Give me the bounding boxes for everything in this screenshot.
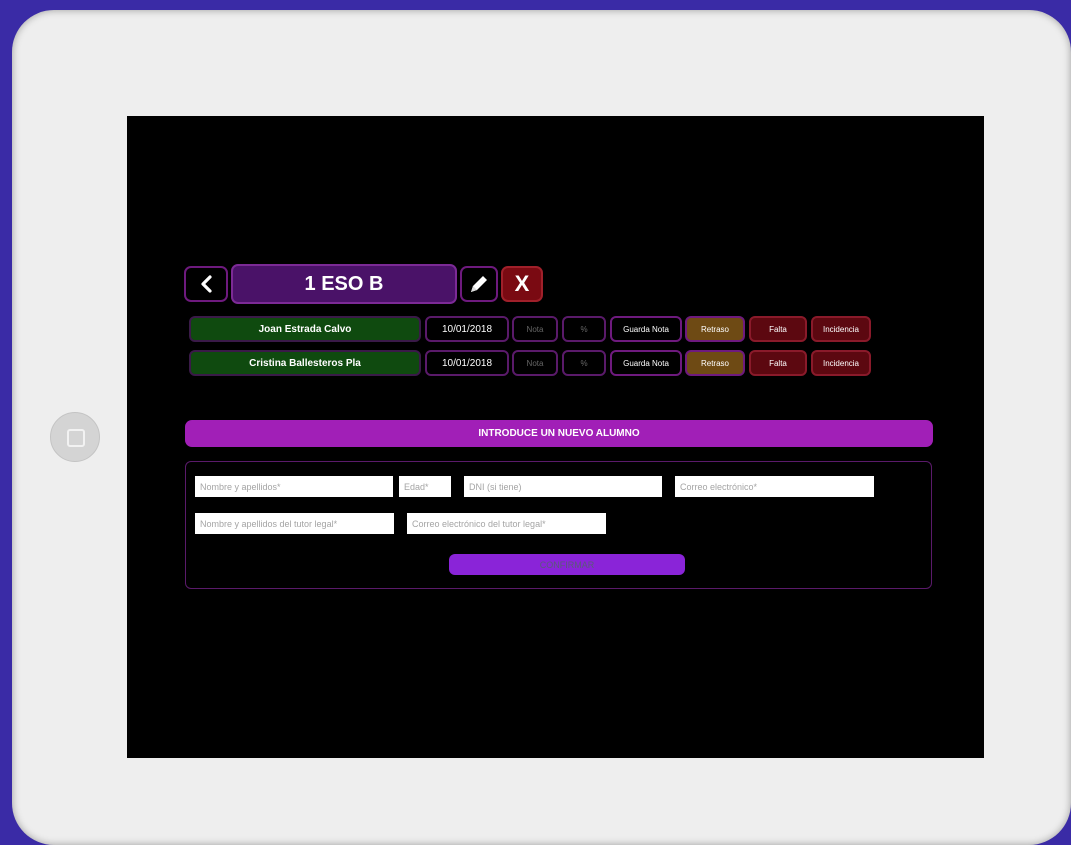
incident-button[interactable]: Incidencia <box>811 350 871 376</box>
confirm-button[interactable]: CONFIRMAR <box>449 554 685 575</box>
tablet-frame: 1 ESO B X Joan Estrada Calvo 10/01/2018 … <box>12 10 1071 845</box>
edit-button[interactable] <box>460 266 498 302</box>
late-button[interactable]: Retraso <box>685 316 745 342</box>
student-date: 10/01/2018 <box>425 350 509 376</box>
late-button[interactable]: Retraso <box>685 350 745 376</box>
dni-field[interactable] <box>464 476 662 497</box>
app-screen: 1 ESO B X Joan Estrada Calvo 10/01/2018 … <box>127 116 984 758</box>
pencil-icon <box>471 276 487 292</box>
student-name: Joan Estrada Calvo <box>189 316 421 342</box>
percent-input[interactable]: % <box>562 316 606 342</box>
back-button[interactable] <box>184 266 228 302</box>
chevron-left-icon <box>201 275 212 293</box>
new-student-banner: INTRODUCE UN NUEVO ALUMNO <box>185 420 933 447</box>
absence-button[interactable]: Falta <box>749 350 807 376</box>
tutor-name-field[interactable] <box>195 513 394 534</box>
nota-input[interactable]: Nota <box>512 316 558 342</box>
student-row: Joan Estrada Calvo 10/01/2018 Nota % Gua… <box>187 316 877 342</box>
close-button[interactable]: X <box>501 266 543 302</box>
email-field[interactable] <box>675 476 874 497</box>
student-name: Cristina Ballesteros Pla <box>189 350 421 376</box>
home-button[interactable] <box>50 412 100 462</box>
absence-button[interactable]: Falta <box>749 316 807 342</box>
percent-input[interactable]: % <box>562 350 606 376</box>
class-title: 1 ESO B <box>231 264 457 304</box>
save-grade-button[interactable]: Guarda Nota <box>610 316 682 342</box>
student-date: 10/01/2018 <box>425 316 509 342</box>
student-row: Cristina Ballesteros Pla 10/01/2018 Nota… <box>187 350 877 376</box>
name-field[interactable] <box>195 476 393 497</box>
age-field[interactable] <box>399 476 451 497</box>
nota-input[interactable]: Nota <box>512 350 558 376</box>
tutor-email-field[interactable] <box>407 513 606 534</box>
save-grade-button[interactable]: Guarda Nota <box>610 350 682 376</box>
incident-button[interactable]: Incidencia <box>811 316 871 342</box>
